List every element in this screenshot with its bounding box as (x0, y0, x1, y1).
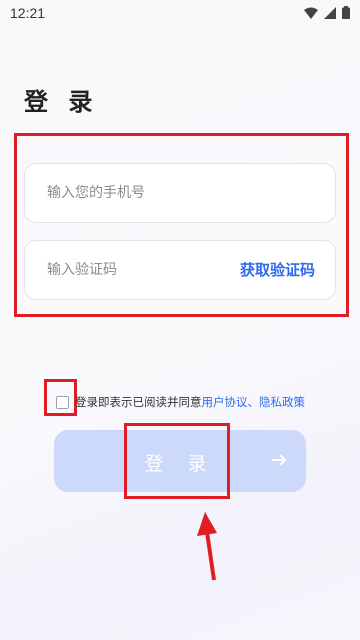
page-title: 登 录 (24, 88, 99, 116)
privacy-policy-link[interactable]: 隐私政策 (259, 394, 305, 410)
agreement-separator: 、 (247, 395, 260, 409)
phone-field[interactable] (24, 163, 336, 223)
battery-icon (342, 6, 350, 19)
get-code-button[interactable]: 获取验证码 (240, 259, 315, 280)
agreement-text: 登录即表示已阅读并同意 (75, 395, 202, 409)
annotation-box-login (124, 423, 230, 499)
agreement-row: 登录即表示已阅读并同意 用户协议 、 隐私政策 (56, 394, 305, 410)
signal-icon (324, 6, 336, 19)
agree-checkbox[interactable] (56, 395, 69, 409)
user-agreement-link[interactable]: 用户协议 (202, 394, 248, 410)
status-bar: 12:21 (0, 0, 360, 26)
wifi-icon (304, 7, 318, 19)
annotation-arrow (197, 512, 217, 581)
phone-input[interactable] (45, 184, 229, 202)
status-icons (304, 6, 350, 19)
code-input[interactable] (45, 261, 229, 279)
arrow-right-icon (272, 454, 287, 466)
code-field[interactable]: 获取验证码 (24, 240, 336, 300)
status-time: 12:21 (10, 5, 46, 21)
